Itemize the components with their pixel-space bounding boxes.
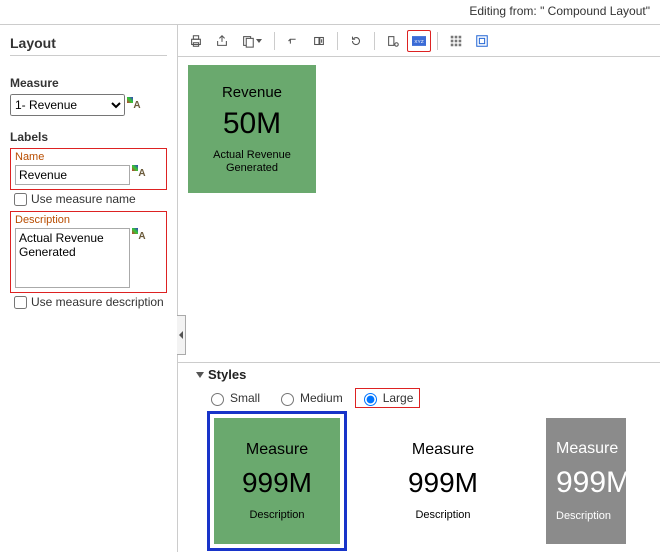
- tile-value: 999M: [242, 467, 312, 499]
- editing-from-value: " Compound Layout": [540, 4, 650, 18]
- format-icon[interactable]: [129, 97, 145, 113]
- separator: [437, 32, 438, 50]
- editing-from-label: Editing from:: [469, 4, 536, 18]
- styles-panel: Styles Small Medium Large Measure: [178, 362, 660, 552]
- use-measure-name-label: Use measure name: [31, 192, 136, 207]
- size-radio-medium[interactable]: [281, 393, 294, 406]
- canvas-area: Revenue 50M Actual Revenue Generated: [178, 57, 660, 362]
- tile-description: Description: [415, 509, 470, 521]
- redo-icon[interactable]: [307, 30, 331, 52]
- style-tiles-row: Measure 999M Description Measure 999M De…: [196, 418, 650, 544]
- content-area: XYZ Revenue 50M Actual Revenue Generated…: [178, 25, 660, 552]
- style-tile-white[interactable]: Measure 999M Description: [380, 418, 506, 544]
- use-measure-description-label: Use measure description: [31, 295, 164, 310]
- undo-icon[interactable]: [281, 30, 305, 52]
- description-highlight-box: Description: [10, 211, 167, 293]
- size-radio-small[interactable]: [211, 393, 224, 406]
- separator: [274, 32, 275, 50]
- print-icon[interactable]: [184, 30, 208, 52]
- styles-header[interactable]: Styles: [196, 367, 650, 382]
- description-input[interactable]: [15, 228, 130, 288]
- separator: [374, 32, 375, 50]
- tile-description: Description: [249, 509, 304, 521]
- name-box-title: Name: [15, 151, 162, 163]
- export-icon[interactable]: [210, 30, 234, 52]
- size-option-medium[interactable]: Medium: [272, 390, 347, 406]
- clipboard-icon[interactable]: [236, 30, 268, 52]
- name-highlight-box: Name: [10, 148, 167, 190]
- tile-value: 999M: [408, 467, 478, 499]
- properties-icon[interactable]: [381, 30, 405, 52]
- format-icon[interactable]: [134, 165, 150, 181]
- layout-sidebar: Layout Measure 1- Revenue Labels Name Us…: [0, 25, 178, 552]
- use-measure-name-checkbox[interactable]: [14, 193, 27, 206]
- grid-icon[interactable]: [444, 30, 468, 52]
- toolbar: XYZ: [178, 25, 660, 57]
- use-measure-name-row[interactable]: Use measure name: [14, 192, 167, 207]
- use-measure-description-row[interactable]: Use measure description: [14, 295, 167, 310]
- refresh-icon[interactable]: [344, 30, 368, 52]
- format-icon[interactable]: [134, 228, 150, 244]
- measure-label: Measure: [10, 76, 167, 90]
- xyz-button[interactable]: XYZ: [407, 30, 431, 52]
- styles-header-label: Styles: [208, 367, 246, 382]
- tile-description: Actual Revenue Generated: [192, 149, 312, 175]
- sidebar-title: Layout: [10, 35, 167, 56]
- tile-value: 50M: [223, 107, 281, 141]
- editing-from-bar: Editing from: " Compound Layout": [0, 0, 660, 24]
- svg-text:XYZ: XYZ: [414, 39, 424, 45]
- name-input[interactable]: [15, 165, 130, 185]
- size-radio-large[interactable]: [364, 393, 377, 406]
- tile-value: 999M: [556, 466, 631, 500]
- size-option-large[interactable]: Large: [355, 388, 421, 408]
- labels-label: Labels: [10, 130, 167, 144]
- tile-title: Measure: [246, 441, 308, 459]
- container-icon[interactable]: [470, 30, 494, 52]
- description-box-title: Description: [15, 214, 162, 226]
- separator: [337, 32, 338, 50]
- tile-title: Measure: [556, 440, 618, 458]
- style-tile-gray[interactable]: Measure 999M Description: [546, 418, 626, 544]
- tile-title: Measure: [412, 441, 474, 459]
- use-measure-description-checkbox[interactable]: [14, 296, 27, 309]
- chevron-down-icon: [255, 39, 263, 43]
- tile-title: Revenue: [222, 84, 282, 101]
- measure-select[interactable]: 1- Revenue: [10, 94, 125, 116]
- disclosure-triangle-icon: [196, 372, 204, 378]
- collapse-sidebar-handle[interactable]: [177, 315, 186, 355]
- size-radio-row: Small Medium Large: [196, 388, 650, 408]
- preview-tile[interactable]: Revenue 50M Actual Revenue Generated: [188, 65, 316, 193]
- tile-description: Description: [556, 510, 611, 522]
- size-option-small[interactable]: Small: [202, 390, 264, 406]
- style-tile-green[interactable]: Measure 999M Description: [214, 418, 340, 544]
